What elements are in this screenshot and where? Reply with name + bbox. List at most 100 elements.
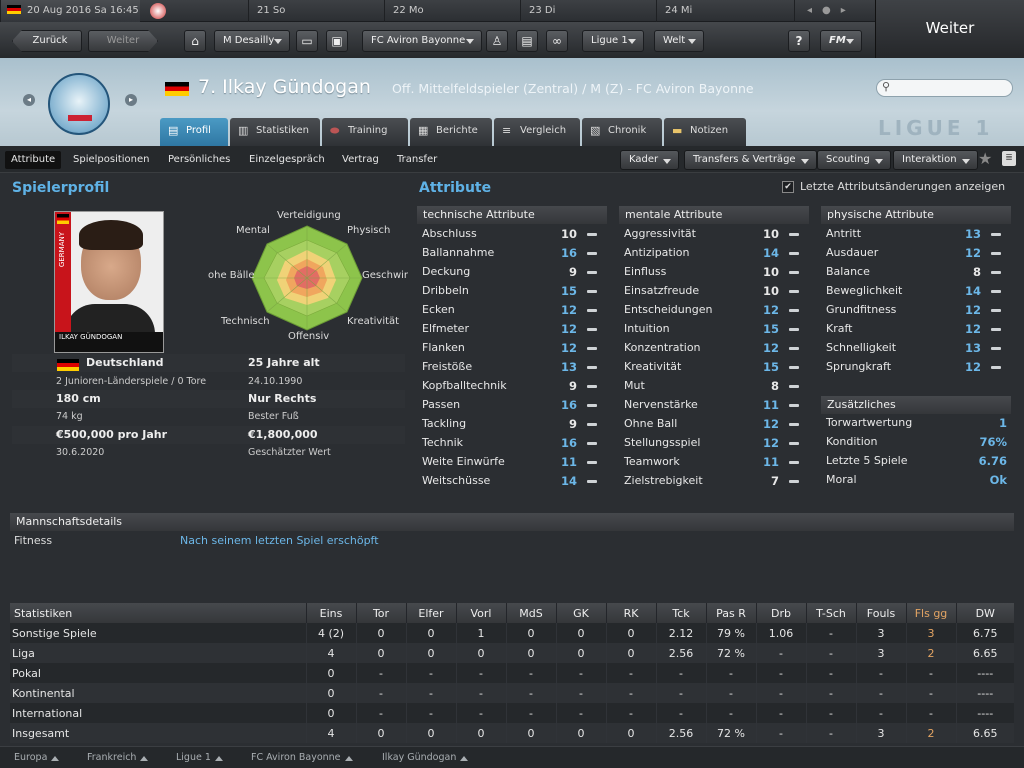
column-header[interactable]: Fls gg [905,603,956,623]
attribute-row-mental[interactable]: Zielstrebigkeit 7 [619,472,809,491]
current-date[interactable]: 20 Aug 2016 Sa 16:45 [0,0,140,22]
subnav-transfer[interactable]: Transfer [391,151,443,169]
column-header[interactable]: Tck [655,603,706,623]
column-header[interactable]: DW [955,603,1014,623]
attribute-row-physical[interactable]: Sprungkraft 12 [821,358,1011,377]
squad-dropdown[interactable]: Kader [620,150,680,170]
attribute-row-technical[interactable]: Elfmeter 12 [417,320,607,339]
attribute-row-physical[interactable]: Grundfitness 12 [821,301,1011,320]
attribute-row-technical[interactable]: Weite Einwürfe 11 [417,453,607,472]
show-changes-checkbox[interactable]: ✔ [782,181,794,193]
fm-menu-dropdown[interactable]: FM [820,30,862,52]
scouting-dropdown[interactable]: Scouting [817,150,891,170]
transfers-dropdown[interactable]: Transfers & Verträge [684,150,817,170]
subnav-spielpositionen[interactable]: Spielpositionen [67,151,156,169]
breadcrumb-item[interactable]: Ilkay Gündogan [382,752,470,763]
attribute-row-technical[interactable]: Flanken 12 [417,339,607,358]
calendar-day[interactable]: 23 Di [520,0,654,22]
column-header[interactable]: Tor [355,603,406,623]
attribute-row-technical[interactable]: Technik 16 [417,434,607,453]
tab-profil[interactable]: ▤ Profil [160,118,228,146]
attribute-row-technical[interactable]: Deckung 9 [417,263,607,282]
manager-dropdown[interactable]: M Desailly [214,30,290,52]
attribute-row-mental[interactable]: Einfluss 10 [619,263,809,282]
column-header[interactable]: Fouls [855,603,906,623]
column-header[interactable]: Drb [755,603,806,623]
interaction-dropdown[interactable]: Interaktion [893,150,978,170]
subnav-persoenliches[interactable]: Persönliches [162,151,236,169]
inbox-icon[interactable]: ▭ [296,30,318,52]
column-header[interactable]: Elfer [405,603,456,623]
tab-statistiken[interactable]: ▥ Statistiken [230,118,320,146]
column-header[interactable]: Pas R [705,603,756,623]
calendar-day[interactable]: 22 Mo [384,0,518,22]
attribute-row-physical[interactable]: Antritt 13 [821,225,1011,244]
binoculars-icon[interactable]: ∞ [546,30,568,52]
tab-notizen[interactable]: ▬ Notizen [664,118,746,146]
forward-button[interactable]: Weiter [88,30,158,52]
column-header[interactable]: MdS [505,603,556,623]
next-arrow-icon[interactable]: ▸ [125,94,137,106]
attribute-row-technical[interactable]: Freistöße 13 [417,358,607,377]
attribute-row-mental[interactable]: Intuition 15 [619,320,809,339]
club-crest[interactable] [48,73,110,135]
attribute-row-mental[interactable]: Konzentration 12 [619,339,809,358]
column-header[interactable]: Eins [305,603,356,623]
breadcrumb-item[interactable]: FC Aviron Bayonne [251,752,355,763]
attribute-row-mental[interactable]: Kreativität 15 [619,358,809,377]
column-header[interactable]: T-Sch [805,603,856,623]
attribute-row-additional[interactable]: Torwartwertung 1 [821,414,1011,433]
tab-training[interactable]: ⬬ Training [322,118,408,146]
attribute-row-physical[interactable]: Kraft 12 [821,320,1011,339]
home-icon[interactable]: ⌂ [184,30,206,52]
attribute-row-technical[interactable]: Passen 16 [417,396,607,415]
attribute-row-technical[interactable]: Abschluss 10 [417,225,607,244]
club-badge-icon[interactable] [150,3,166,19]
attribute-row-mental[interactable]: Aggressivität 10 [619,225,809,244]
column-header[interactable]: Statistiken [10,603,306,623]
help-icon[interactable]: ? [788,30,810,52]
tab-vergleich[interactable]: ≡ Vergleich [494,118,580,146]
world-dropdown[interactable]: Welt [654,30,704,52]
attribute-row-additional[interactable]: Letzte 5 Spiele 6.76 [821,452,1011,471]
tab-berichte[interactable]: ▦ Berichte [410,118,492,146]
column-header[interactable]: Vorl [455,603,506,623]
attribute-row-technical[interactable]: Dribbeln 15 [417,282,607,301]
attribute-row-physical[interactable]: Balance 8 [821,263,1011,282]
calendar-day[interactable]: 21 So [248,0,382,22]
calendar-scroll-controls[interactable]: ◂●▸ [794,0,875,22]
attribute-row-mental[interactable]: Einsatzfreude 10 [619,282,809,301]
attribute-row-additional[interactable]: Moral Ok [821,471,1011,490]
column-header[interactable]: RK [605,603,656,623]
calendar-day[interactable]: 24 Mi [656,0,792,22]
column-header[interactable]: GK [555,603,606,623]
attribute-row-technical[interactable]: Tackling 9 [417,415,607,434]
subnav-attribute[interactable]: Attribute [5,151,62,169]
attribute-row-physical[interactable]: Ausdauer 12 [821,244,1011,263]
attribute-row-technical[interactable]: Kopfballtechnik 9 [417,377,607,396]
back-button[interactable]: Zurück [12,30,82,52]
club-dropdown[interactable]: FC Aviron Bayonne [362,30,482,52]
attribute-row-mental[interactable]: Mut 8 [619,377,809,396]
attribute-row-technical[interactable]: Ecken 12 [417,301,607,320]
calculator-icon[interactable]: ▤ [516,30,538,52]
search-input[interactable]: ⚲ [876,79,1013,97]
breadcrumb-item[interactable]: Europa [14,752,61,763]
continue-button[interactable]: Weiter [875,0,1024,58]
attribute-row-mental[interactable]: Teamwork 11 [619,453,809,472]
attribute-row-mental[interactable]: Entscheidungen 12 [619,301,809,320]
star-icon[interactable]: ★ [978,149,992,168]
print-icon[interactable]: ≣ [1002,151,1016,166]
attribute-row-mental[interactable]: Antizipation 14 [619,244,809,263]
nationality[interactable]: Deutschland [86,356,163,369]
attribute-row-physical[interactable]: Schnelligkeit 13 [821,339,1011,358]
attribute-row-physical[interactable]: Beweglichkeit 14 [821,282,1011,301]
attribute-row-mental[interactable]: Ohne Ball 12 [619,415,809,434]
league-dropdown[interactable]: Ligue 1 [582,30,644,52]
attribute-row-mental[interactable]: Nervenstärke 11 [619,396,809,415]
attribute-row-additional[interactable]: Kondition 76% [821,433,1011,452]
briefcase-icon[interactable]: ▣ [326,30,348,52]
attribute-row-mental[interactable]: Stellungsspiel 12 [619,434,809,453]
attribute-row-technical[interactable]: Ballannahme 16 [417,244,607,263]
tab-chronik[interactable]: ▧ Chronik [582,118,662,146]
